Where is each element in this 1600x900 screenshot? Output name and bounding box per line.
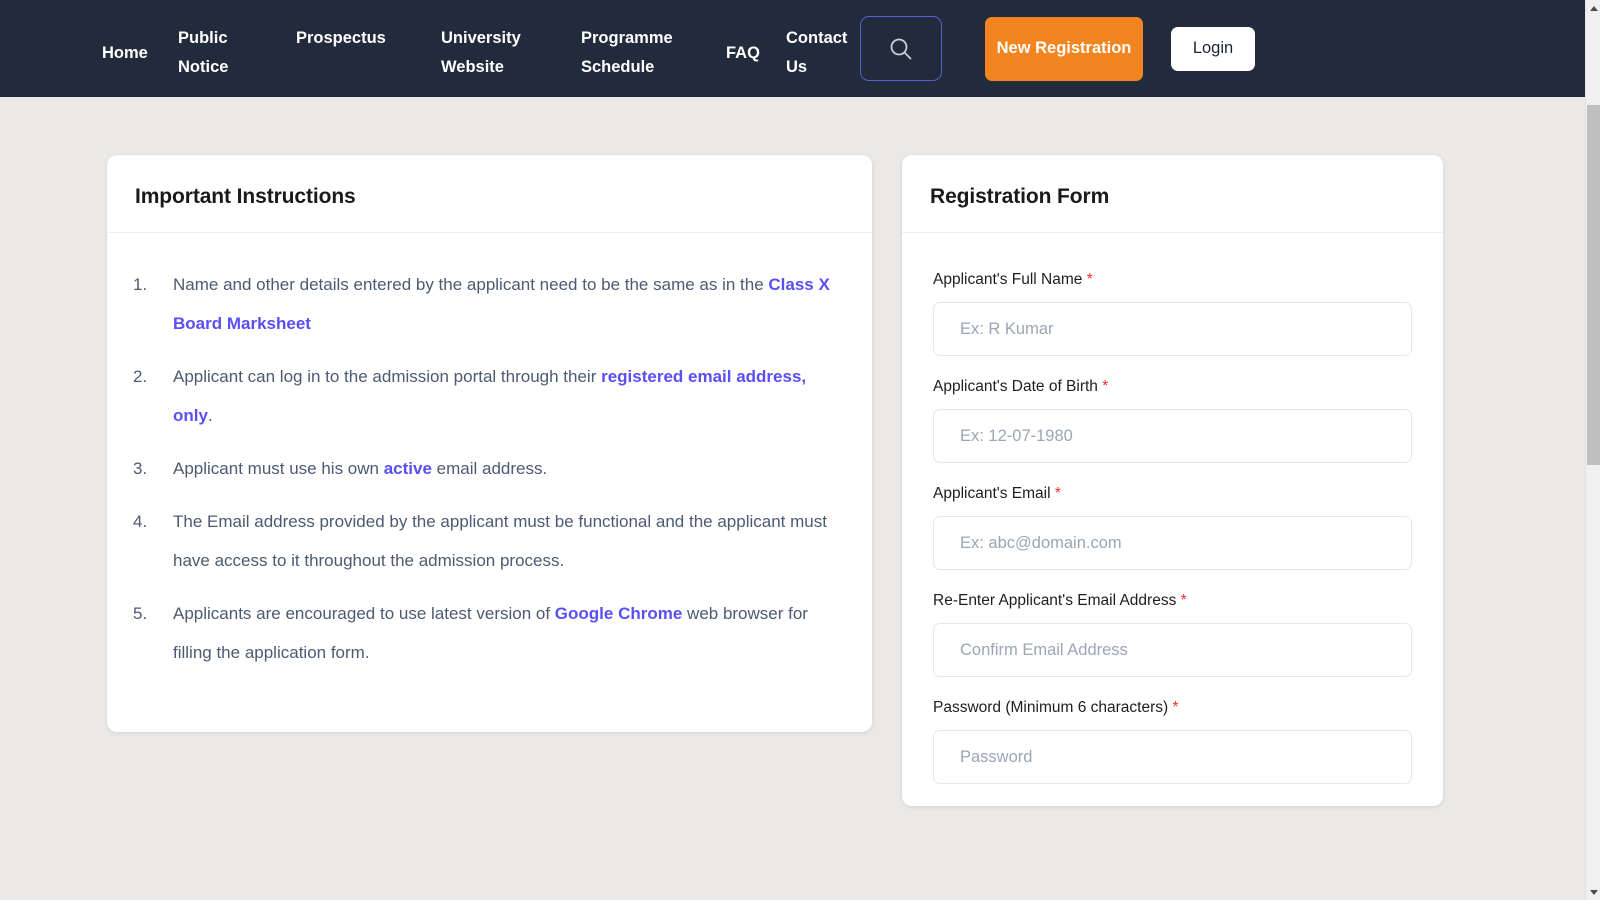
instruction-number: 1. xyxy=(133,275,148,294)
scroll-up-button[interactable] xyxy=(1586,0,1600,16)
required-marker: * xyxy=(1054,485,1061,502)
date-of-birth-input[interactable] xyxy=(933,409,1412,463)
required-marker: * xyxy=(1180,592,1187,609)
page-viewport: Home Public Notice Prospectus University… xyxy=(0,0,1585,900)
field-password: Password (Minimum 6 characters) * xyxy=(933,699,1412,784)
required-marker: * xyxy=(1086,271,1093,288)
label-text: Re-Enter Applicant's Email Address xyxy=(933,592,1177,609)
label-text: Applicant's Date of Birth xyxy=(933,378,1098,395)
field-full-name: Applicant's Full Name * xyxy=(933,271,1412,356)
nav-item-home[interactable]: Home xyxy=(102,16,178,68)
password-input[interactable] xyxy=(933,730,1412,784)
instruction-text: The Email address provided by the applic… xyxy=(173,512,827,570)
instruction-number: 2. xyxy=(133,367,148,386)
instruction-item: 4. The Email address provided by the app… xyxy=(133,502,846,580)
full-name-input[interactable] xyxy=(933,302,1412,356)
new-registration-button[interactable]: New Registration xyxy=(985,16,1143,81)
confirm-email-input[interactable] xyxy=(933,623,1412,677)
field-confirm-email: Re-Enter Applicant's Email Address * xyxy=(933,592,1412,677)
registration-form-card: Registration Form Applicant's Full Name … xyxy=(902,155,1443,806)
nav-item-contact-us[interactable]: Contact Us xyxy=(786,16,856,82)
instruction-item: 1. Name and other details entered by the… xyxy=(133,265,846,343)
instruction-text: Name and other details entered by the ap… xyxy=(173,275,830,333)
chevron-down-icon xyxy=(1589,889,1598,895)
instruction-text: Applicant can log in to the admission po… xyxy=(173,367,807,425)
instructions-list: 1. Name and other details entered by the… xyxy=(107,233,872,732)
search-button[interactable] xyxy=(860,16,942,81)
nav-item-prospectus[interactable]: Prospectus xyxy=(296,16,441,53)
nav-item-public-notice[interactable]: Public Notice xyxy=(178,16,282,82)
required-marker: * xyxy=(1172,699,1179,716)
page-scrollbar[interactable] xyxy=(1585,0,1600,900)
instruction-text: Applicants are encouraged to use latest … xyxy=(173,604,808,662)
instruction-number: 3. xyxy=(133,459,148,478)
scroll-down-button[interactable] xyxy=(1586,884,1600,900)
nav-item-programme-schedule[interactable]: Programme Schedule xyxy=(581,16,726,82)
chevron-up-icon xyxy=(1589,5,1598,11)
nav-item-university-website[interactable]: University Website xyxy=(441,16,581,82)
label-password: Password (Minimum 6 characters) * xyxy=(933,699,1412,717)
field-date-of-birth: Applicant's Date of Birth * xyxy=(933,378,1412,463)
search-icon xyxy=(888,36,914,62)
nav-links: Home Public Notice Prospectus University… xyxy=(0,16,856,82)
required-marker: * xyxy=(1102,378,1109,395)
email-input[interactable] xyxy=(933,516,1412,570)
label-email: Applicant's Email * xyxy=(933,485,1412,503)
instruction-text: Applicant must use his own active email … xyxy=(173,459,548,478)
instruction-item: 5. Applicants are encouraged to use late… xyxy=(133,594,846,672)
instruction-item: 3. Applicant must use his own active ema… xyxy=(133,449,846,488)
label-text: Applicant's Full Name xyxy=(933,271,1083,288)
main-content: Important Instructions 1. Name and other… xyxy=(0,97,1585,806)
label-text: Applicant's Email xyxy=(933,485,1051,502)
instruction-number: 4. xyxy=(133,512,148,531)
nav-actions: New Registration Login xyxy=(860,16,1255,81)
label-full-name: Applicant's Full Name * xyxy=(933,271,1412,289)
important-instructions-card: Important Instructions 1. Name and other… xyxy=(107,155,872,732)
top-navigation-bar: Home Public Notice Prospectus University… xyxy=(0,0,1585,97)
label-date-of-birth: Applicant's Date of Birth * xyxy=(933,378,1412,396)
instructions-title: Important Instructions xyxy=(135,185,356,208)
registration-form: Applicant's Full Name * Applicant's Date… xyxy=(902,233,1443,784)
field-email: Applicant's Email * xyxy=(933,485,1412,570)
login-button[interactable]: Login xyxy=(1171,26,1255,71)
nav-item-faq[interactable]: FAQ xyxy=(726,16,786,68)
label-text: Password (Minimum 6 characters) xyxy=(933,699,1169,716)
instruction-number: 5. xyxy=(133,604,148,623)
registration-card-header: Registration Form xyxy=(902,155,1443,233)
label-confirm-email: Re-Enter Applicant's Email Address * xyxy=(933,592,1412,610)
registration-title: Registration Form xyxy=(930,185,1110,208)
scrollbar-thumb[interactable] xyxy=(1587,105,1600,465)
instructions-card-header: Important Instructions xyxy=(107,155,872,233)
instruction-item: 2. Applicant can log in to the admission… xyxy=(133,357,846,435)
